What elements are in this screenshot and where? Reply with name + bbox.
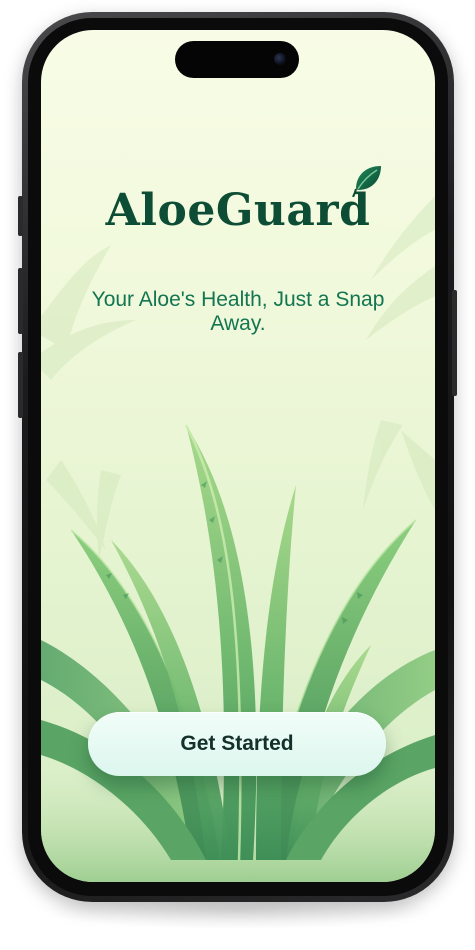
leaf-icon: [352, 166, 382, 197]
device-mockup: AloeGuard Your Aloe's Health, Just a Sna…: [0, 0, 475, 950]
front-camera: [274, 53, 286, 65]
dynamic-island: [175, 41, 299, 78]
aloe-plant-illustration: [41, 424, 435, 882]
tagline: Your Aloe's Health, Just a Snap Away.: [91, 288, 385, 335]
power-button: [452, 290, 457, 396]
action-button: [18, 196, 23, 236]
volume-down-button: [18, 352, 23, 418]
volume-up-button: [18, 268, 23, 334]
app-logo: AloeGuard: [105, 166, 382, 236]
app-name: AloeGuard: [105, 185, 371, 236]
app-screen: AloeGuard Your Aloe's Health, Just a Sna…: [41, 30, 435, 882]
brand-header: AloeGuard: [41, 166, 435, 236]
get-started-label: Get Started: [180, 732, 294, 755]
get-started-button[interactable]: Get Started: [88, 712, 386, 776]
